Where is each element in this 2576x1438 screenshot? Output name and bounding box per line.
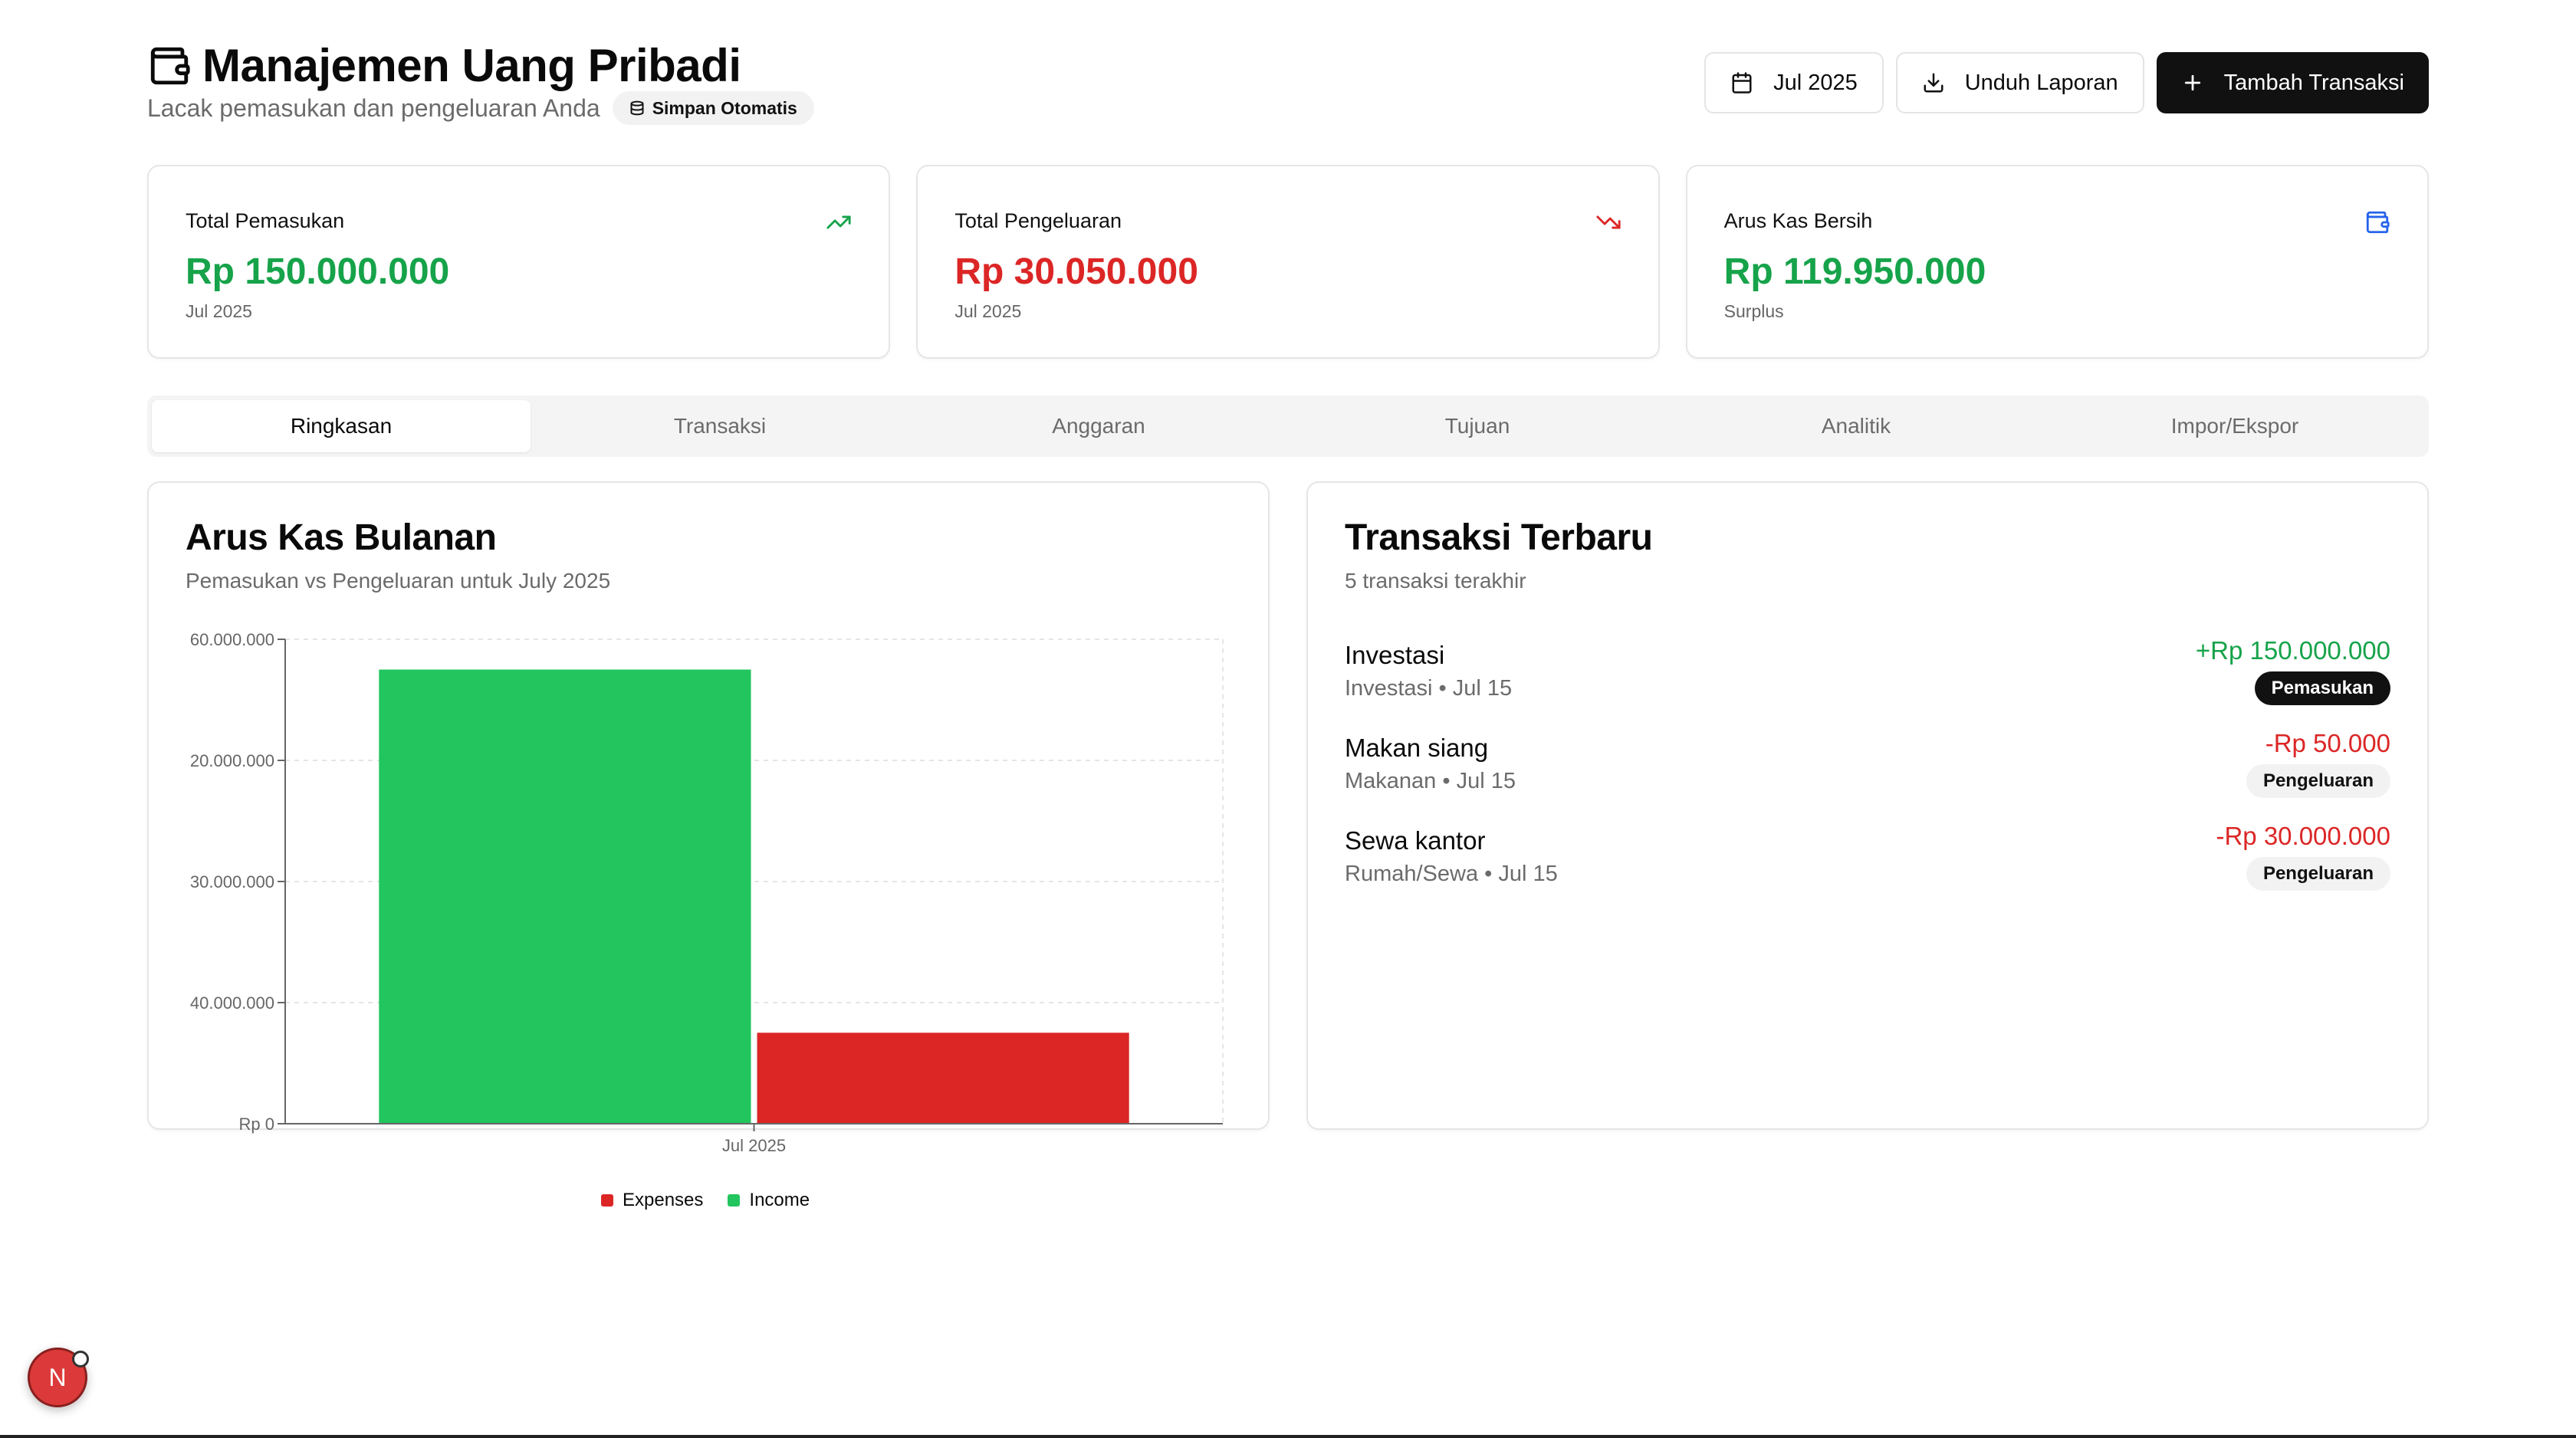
stats-row: Total Pemasukan Rp 150.000.000 Jul 2025 … xyxy=(147,165,2429,359)
trending-up-icon xyxy=(826,215,851,229)
legend-item-expenses[interactable]: Expenses xyxy=(601,1190,703,1211)
stat-card-net: Arus Kas Bersih Rp 119.950.000 Surplus xyxy=(1685,165,2429,359)
cashflow-title: Arus Kas Bulanan xyxy=(186,517,497,558)
autosave-badge: Simpan Otomatis xyxy=(612,91,814,125)
transaction-name: Makan siang xyxy=(1345,734,1489,762)
chart-y-tick-label: 60.000.000 xyxy=(190,630,274,649)
page-header: Manajemen Uang Pribadi Lacak pemasukan d… xyxy=(147,35,2429,127)
transaction-amount: +Rp 150.000.000 xyxy=(2195,636,2390,665)
title-row: Manajemen Uang Pribadi xyxy=(147,35,741,97)
bar-income xyxy=(379,670,751,1124)
database-icon xyxy=(630,100,644,116)
add-transaction-label: Tambah Transaksi xyxy=(2223,70,2404,95)
stat-label: Arus Kas Bersih xyxy=(1723,209,1873,232)
stat-sub: Jul 2025 xyxy=(955,301,1022,321)
stat-value: Rp 150.000.000 xyxy=(186,251,450,292)
legend-label-expenses: Expenses xyxy=(623,1190,704,1210)
recent-transactions-panel: Transaksi Terbaru 5 transaksi terakhir I… xyxy=(1306,481,2429,1130)
transaction-row[interactable]: Investasi Investasi • Jul 15 +Rp 150.000… xyxy=(1345,636,2390,725)
transaction-meta: Makanan • Jul 15 xyxy=(1345,769,1516,793)
recent-title: Transaksi Terbaru xyxy=(1345,517,1653,558)
calendar-icon xyxy=(1732,72,1752,94)
notification-dot xyxy=(72,1351,89,1367)
tab-bar: Ringkasan Transaksi Anggaran Tujuan Anal… xyxy=(147,396,2429,457)
chart-y-tick-label: 40.000.000 xyxy=(190,993,274,1013)
legend-item-income[interactable]: Income xyxy=(728,1190,810,1211)
month-picker-button[interactable]: Jul 2025 xyxy=(1704,52,1884,113)
tab-transaksi[interactable]: Transaksi xyxy=(531,400,909,452)
chart-y-tick-label: 20.000.000 xyxy=(190,751,274,770)
stat-sub: Surplus xyxy=(1723,301,1784,321)
add-transaction-button[interactable]: Tambah Transaksi xyxy=(2156,52,2429,113)
cashflow-chart: Rp 0 40.000.000 30.000.000 20.000.000 60.000… xyxy=(146,621,1234,1157)
stat-card-expense: Total Pengeluaran Rp 30.050.000 Jul 2025 xyxy=(916,165,1660,359)
stat-card-income: Total Pemasukan Rp 150.000.000 Jul 2025 xyxy=(147,165,891,359)
bar-expenses xyxy=(757,1033,1129,1124)
page-subtitle: Lacak pemasukan dan pengeluaran Anda xyxy=(147,94,600,122)
stat-sub: Jul 2025 xyxy=(186,301,252,321)
stat-value: Rp 119.950.000 xyxy=(1723,251,1986,292)
transaction-type-badge: Pengeluaran xyxy=(2246,764,2390,798)
subtitle-row: Lacak pemasukan dan pengeluaran Anda Sim… xyxy=(147,91,814,125)
wallet-icon xyxy=(2366,211,2390,234)
chart-y-tick-label: 30.000.000 xyxy=(190,872,274,891)
stat-value: Rp 30.050.000 xyxy=(955,251,1198,292)
chart-y-tick-label: Rp 0 xyxy=(239,1115,274,1134)
window-bottom-edge xyxy=(0,1435,2576,1438)
trending-down-icon xyxy=(1596,215,1621,229)
transaction-name: Sewa kantor xyxy=(1345,826,1486,855)
transaction-name: Investasi xyxy=(1345,641,1445,669)
legend-label-income: Income xyxy=(749,1190,810,1210)
month-picker-label: Jul 2025 xyxy=(1773,70,1858,95)
download-report-label: Unduh Laporan xyxy=(1964,70,2118,95)
transaction-row[interactable]: Sewa kantor Rumah/Sewa • Jul 15 -Rp 30.0… xyxy=(1345,822,2390,911)
legend-swatch-income xyxy=(728,1194,741,1207)
autosave-label: Simpan Otomatis xyxy=(652,97,797,118)
tab-ringkasan[interactable]: Ringkasan xyxy=(152,400,531,452)
download-report-button[interactable]: Unduh Laporan xyxy=(1895,52,2144,113)
transaction-amount: -Rp 50.000 xyxy=(2265,729,2390,757)
transaction-amount: -Rp 30.000.000 xyxy=(2216,822,2390,850)
transaction-type-badge: Pengeluaran xyxy=(2246,857,2390,891)
transaction-type-badge: Pemasukan xyxy=(2254,671,2390,705)
page-title: Manajemen Uang Pribadi xyxy=(202,40,741,91)
stat-label: Total Pemasukan xyxy=(186,209,345,232)
recent-description: 5 transaksi terakhir xyxy=(1345,569,1526,593)
transaction-row[interactable]: Makan siang Makanan • Jul 15 -Rp 50.000 … xyxy=(1345,729,2390,818)
transaction-meta: Rumah/Sewa • Jul 15 xyxy=(1345,862,1558,886)
cashflow-description: Pemasukan vs Pengeluaran untuk July 2025 xyxy=(186,569,611,593)
legend-swatch-expenses xyxy=(601,1194,613,1207)
chart-x-tick-label: Jul 2025 xyxy=(722,1136,786,1155)
header-actions: Jul 2025 Unduh Laporan Tambah Transaksi xyxy=(1704,52,2429,113)
transaction-meta: Investasi • Jul 15 xyxy=(1345,676,1513,701)
wallet-icon xyxy=(147,43,193,89)
tab-impor-ekspor[interactable]: Impor/Ekspor xyxy=(2045,400,2424,452)
tab-analitik[interactable]: Analitik xyxy=(1667,400,2045,452)
tab-tujuan[interactable]: Tujuan xyxy=(1288,400,1667,452)
plus-icon xyxy=(2184,74,2200,91)
download-icon xyxy=(1924,73,1944,93)
chart-legend: Expenses Income xyxy=(601,1190,810,1211)
devtools-avatar-label: N xyxy=(48,1363,67,1391)
stat-label: Total Pengeluaran xyxy=(955,209,1122,232)
tab-anggaran[interactable]: Anggaran xyxy=(909,400,1288,452)
